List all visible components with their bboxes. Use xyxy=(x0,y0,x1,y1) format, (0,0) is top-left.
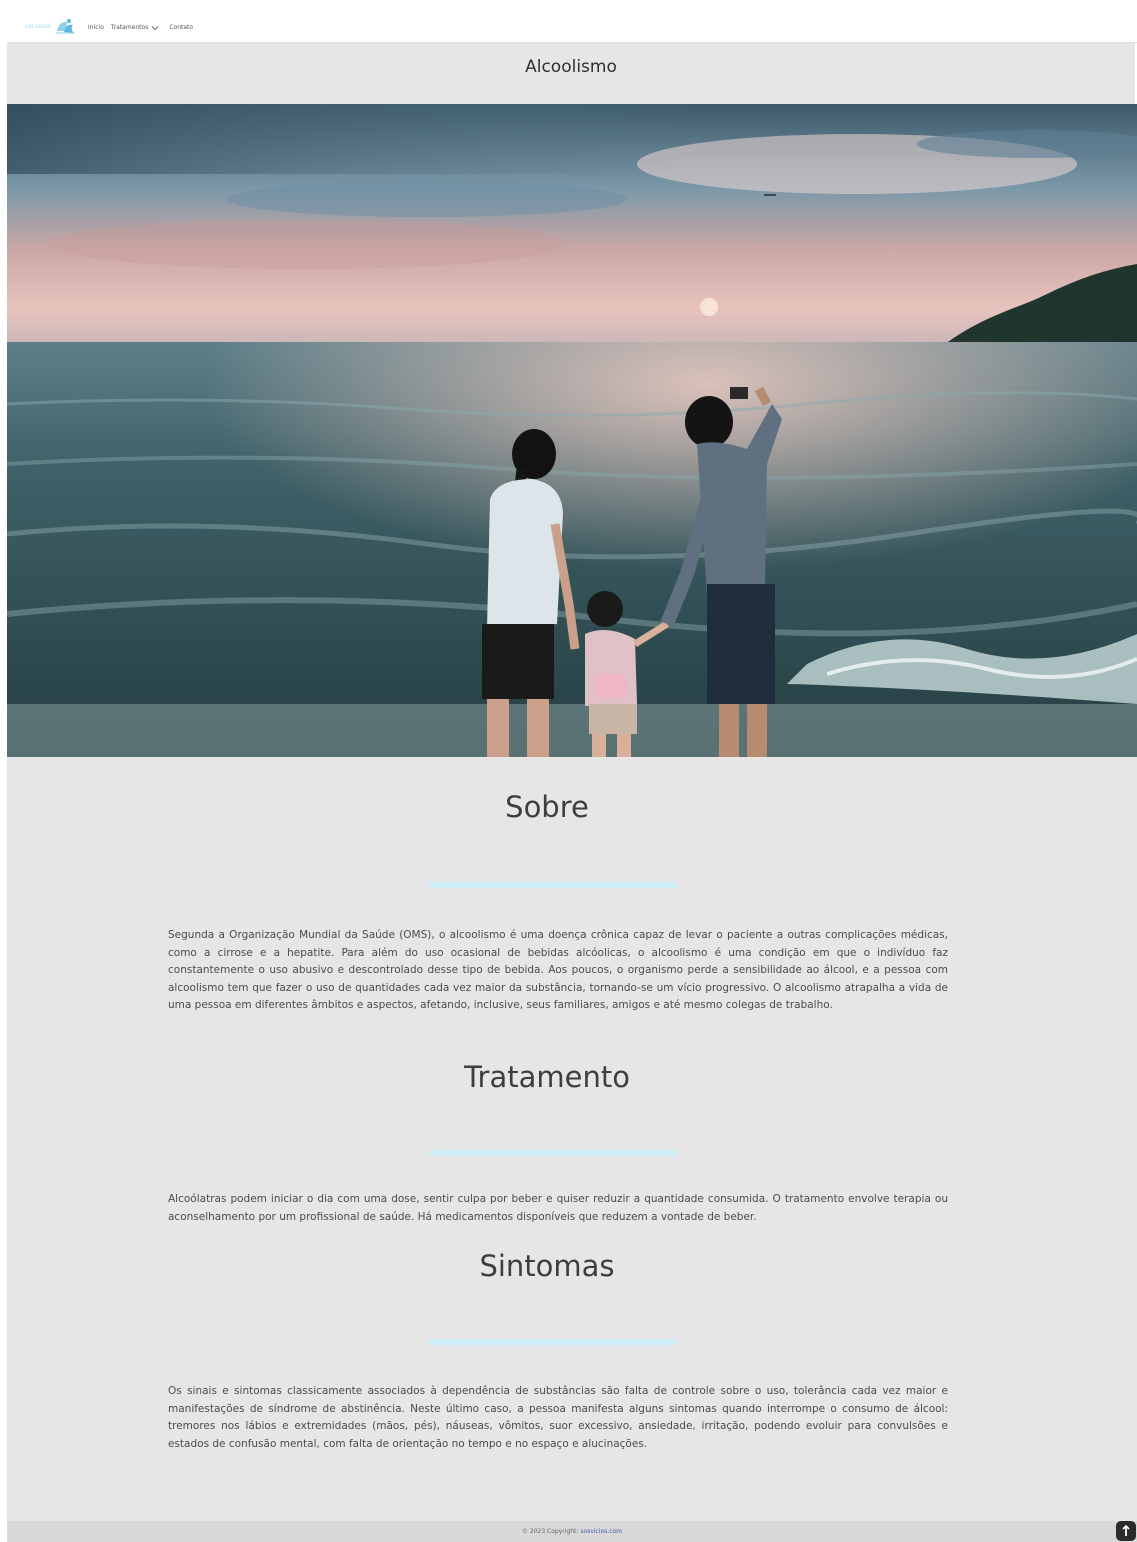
section-divider xyxy=(429,882,676,888)
brand[interactable]: SOS VÍCIOS xyxy=(25,17,76,35)
footer-copyright: © 2023 Copyright: xyxy=(521,1528,579,1535)
brand-logo-icon xyxy=(56,19,76,34)
nav-dropdown-label: Tratamentos xyxy=(110,24,149,31)
section-text-sobre: Segunda a Organização Mundial da Saúde (… xyxy=(168,929,948,1012)
navbar: SOS VÍCIOS Início Tratamentos Contato xyxy=(7,7,1137,43)
nav-link-contato[interactable]: Contato xyxy=(169,24,193,31)
chevron-down-icon xyxy=(152,25,159,30)
nav-dropdown-tratamentos[interactable]: Tratamentos xyxy=(111,24,159,31)
section-divider xyxy=(429,1150,676,1156)
nav-link-inicio[interactable]: Início xyxy=(88,24,104,31)
section-heading-sintomas: Sintomas xyxy=(479,1249,615,1283)
page: SOS VÍCIOS Início Tratamentos Contato Al… xyxy=(7,7,1137,1542)
nav-links: Início Tratamentos Contato xyxy=(88,24,200,31)
hero-image xyxy=(7,104,1137,757)
section-heading-tratamento: Tratamento xyxy=(464,1060,630,1094)
brand-text: SOS VÍCIOS xyxy=(25,23,52,29)
page-title: Alcoolismo xyxy=(525,56,617,77)
section-divider xyxy=(429,1339,676,1345)
title-bar: Alcoolismo xyxy=(7,43,1137,104)
arrow-up-icon xyxy=(1122,1525,1130,1536)
section-heading-sobre: Sobre xyxy=(505,790,589,824)
footer: © 2023 Copyright: sosvicios.com xyxy=(7,1521,1137,1542)
footer-link[interactable]: sosvicios.com xyxy=(580,1528,622,1535)
section-text-tratamento: Alcoólatras podem iniciar o dia com uma … xyxy=(168,1193,948,1223)
back-to-top-button[interactable] xyxy=(1116,1521,1136,1541)
section-text-sintomas: Os sinais e sintomas classicamente assoc… xyxy=(168,1385,948,1450)
